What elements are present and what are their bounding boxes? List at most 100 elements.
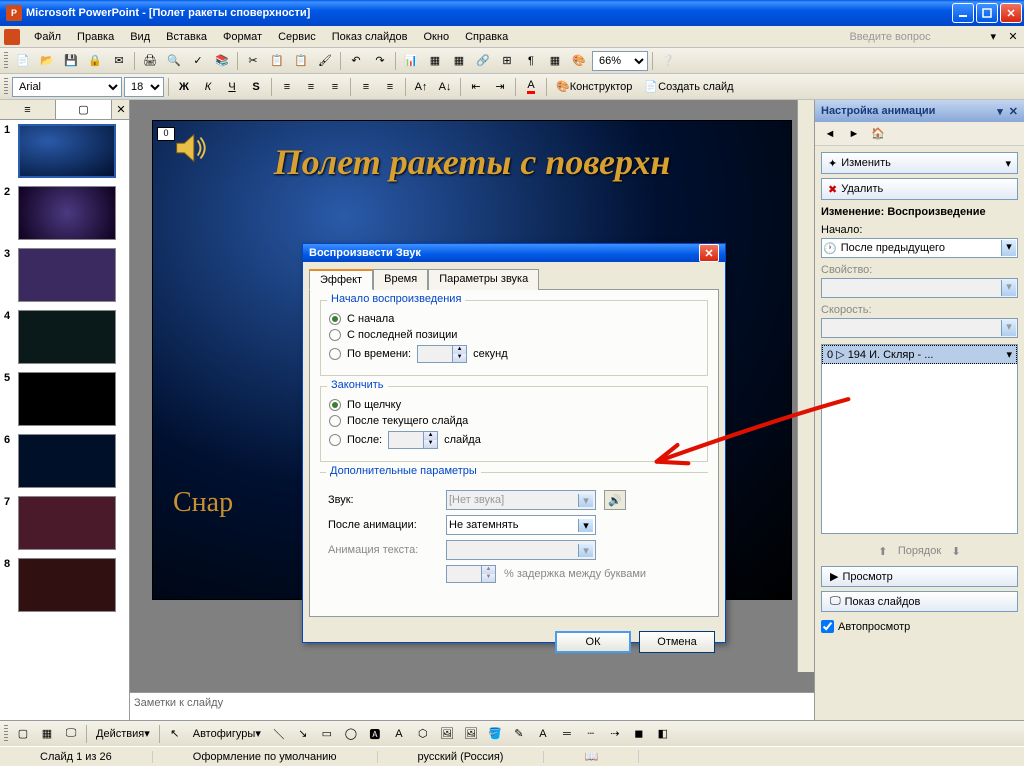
move-up-icon[interactable]: ⬆ [872,540,894,562]
radio-from-time[interactable]: По времени: ▲▼ секунд [329,345,699,363]
oval-icon[interactable]: ◯ [340,723,362,745]
chart-icon[interactable]: 📊 [400,50,422,72]
minimize-button[interactable] [952,3,974,23]
radio-after-current-slide[interactable]: После текущего слайда [329,415,699,427]
dialog-close-button[interactable]: ✕ [699,244,719,262]
shadow-icon[interactable]: S [245,76,267,98]
show-formatting-icon[interactable]: ¶ [520,50,542,72]
slide-thumb-3[interactable] [18,248,116,302]
animation-list[interactable]: 0 ▷ 194 И. Скляр - ... ▾ [821,344,1018,534]
print-preview-icon[interactable]: 🔍 [163,50,185,72]
align-center-icon[interactable]: ≡ [300,76,322,98]
menu-help[interactable]: Справка [457,29,516,45]
open-icon[interactable]: 📂 [36,50,58,72]
tables-borders-icon[interactable]: ▦ [448,50,470,72]
view-normal-icon[interactable]: ▢ [12,723,34,745]
delete-effect-button[interactable]: ✖ Удалить [821,178,1018,200]
dash-style-icon[interactable]: ┄ [580,723,602,745]
move-down-icon[interactable]: ⬇ [945,540,967,562]
arrow-style-icon[interactable]: ⇢ [604,723,626,745]
fill-color-icon[interactable]: 🪣 [484,723,506,745]
slide-thumb-4[interactable] [18,310,116,364]
textbox-icon[interactable]: 🅰 [364,723,386,745]
tab-sound-params[interactable]: Параметры звука [428,269,539,290]
forward-icon[interactable]: ► [843,123,865,145]
menu-format[interactable]: Формат [215,29,270,45]
diagram-icon[interactable]: ⬡ [412,723,434,745]
print-icon[interactable]: 🖨 [139,50,161,72]
animation-list-item[interactable]: 0 ▷ 194 И. Скляр - ... ▾ [822,345,1017,364]
picture-icon[interactable]: 🖼 [460,723,482,745]
slide-thumb-5[interactable] [18,372,116,426]
save-icon[interactable]: 💾 [60,50,82,72]
mail-icon[interactable]: ✉ [108,50,130,72]
preview-button[interactable]: ▶ Просмотр [821,566,1018,587]
paste-icon[interactable]: 📋 [290,50,312,72]
shadow-style-icon[interactable]: ◼ [628,723,650,745]
tab-effect[interactable]: Эффект [309,269,373,290]
font-name-combo[interactable]: Arial [12,77,122,97]
radio-on-click[interactable]: По щелчку [329,399,699,411]
cut-icon[interactable]: ✂ [242,50,264,72]
3d-style-icon[interactable]: ◧ [652,723,674,745]
copy-icon[interactable]: 📋 [266,50,288,72]
increase-font-icon[interactable]: A↑ [410,76,432,98]
slide-thumb-8[interactable] [18,558,116,612]
slideshow-button[interactable]: 🖵 Показ слайдов [821,591,1018,612]
dialog-titlebar[interactable]: Воспроизвести Звук ✕ [303,244,725,262]
outline-tab[interactable]: ≡ [0,100,56,119]
vertical-scrollbar[interactable] [797,100,814,672]
menu-window[interactable]: Окно [416,29,458,45]
menu-file[interactable]: Файл [26,29,69,45]
font-size-combo[interactable]: 18 [124,77,164,97]
format-painter-icon[interactable]: 🖌 [314,50,336,72]
cancel-button[interactable]: Отмена [639,631,715,653]
line-color-icon[interactable]: ✎ [508,723,530,745]
radio-from-last-position[interactable]: С последней позиции [329,329,699,341]
thumbnail-list[interactable]: 1 2 3 4 5 6 7 8 [0,120,129,720]
home-icon[interactable]: 🏠 [867,123,889,145]
radio-from-beginning[interactable]: С начала [329,313,699,325]
zoom-combo[interactable]: 66% [592,51,648,71]
close-button[interactable] [1000,3,1022,23]
view-sorter-icon[interactable]: ▦ [36,723,58,745]
after-animation-select[interactable]: Не затемнять▾ [446,515,596,535]
taskpane-close-button[interactable]: ✕ [1009,105,1018,118]
decrease-indent-icon[interactable]: ⇤ [465,76,487,98]
bullets-icon[interactable]: ≡ [379,76,401,98]
font-color-icon[interactable]: A [520,76,542,98]
notes-pane[interactable]: Заметки к слайду [130,692,814,720]
italic-icon[interactable]: К [197,76,219,98]
menu-edit[interactable]: Правка [69,29,122,45]
actions-menu[interactable]: Действия ▾ [91,723,155,745]
increase-indent-icon[interactable]: ⇥ [489,76,511,98]
align-right-icon[interactable]: ≡ [324,76,346,98]
arrow-icon[interactable]: ↘ [292,723,314,745]
new-slide-button[interactable]: 📄 Создать слайд [639,76,738,98]
ask-dropdown-arrow[interactable]: ▾ [990,30,996,43]
menu-slideshow[interactable]: Показ слайдов [324,29,416,45]
ask-question-input[interactable]: Введите вопрос [846,28,986,46]
mdi-close-button[interactable]: ✕ [1006,30,1020,44]
slide-thumb-2[interactable] [18,186,116,240]
tab-time[interactable]: Время [373,269,428,290]
font-color-icon[interactable]: A [532,723,554,745]
radio-after-n-slides[interactable]: После: ▲▼ слайда [329,431,699,449]
outline-close-button[interactable]: ✕ [113,100,129,119]
underline-icon[interactable]: Ч [221,76,243,98]
new-icon[interactable]: 📄 [12,50,34,72]
toolbar-grip[interactable] [4,52,8,70]
toolbar-grip[interactable] [4,78,8,96]
menu-tools[interactable]: Сервис [270,29,324,45]
slide-thumb-1[interactable] [18,124,116,178]
change-effect-button[interactable]: ✦ Изменить ▾ [821,152,1018,174]
chevron-down-icon[interactable]: ▾ [1006,348,1012,361]
view-slideshow-icon[interactable]: 🖵 [60,723,82,745]
undo-icon[interactable]: ↶ [345,50,367,72]
maximize-button[interactable] [976,3,998,23]
designer-button[interactable]: 🎨 Конструктор [551,76,637,98]
slide-thumb-6[interactable] [18,434,116,488]
research-icon[interactable]: 📚 [211,50,233,72]
bold-icon[interactable]: Ж [173,76,195,98]
back-icon[interactable]: ◄ [819,123,841,145]
